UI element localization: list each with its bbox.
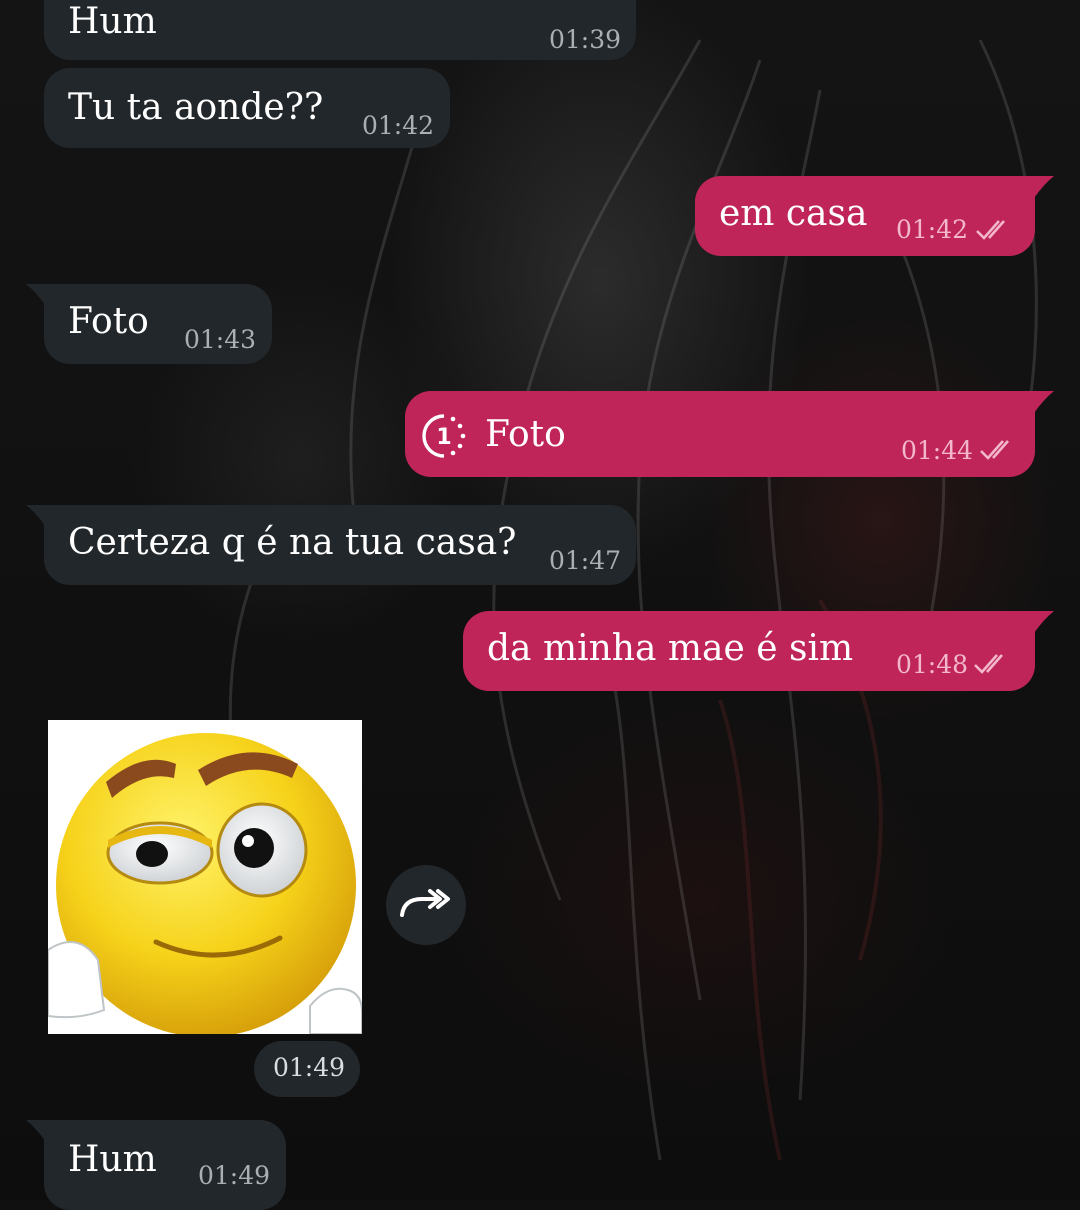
message-time: 01:42 xyxy=(896,215,969,244)
incoming-message[interactable]: Foto 01:43 xyxy=(44,284,272,364)
message-time: 01:39 xyxy=(549,25,622,54)
outgoing-message[interactable]: em casa 01:42 xyxy=(695,176,1035,256)
message-text: Tu ta aonde?? xyxy=(68,87,324,128)
image-message[interactable] xyxy=(48,720,362,1034)
bubble-tail xyxy=(1020,611,1054,637)
bubble-tail xyxy=(26,505,60,531)
message-text: Foto xyxy=(485,414,566,455)
message-time: 01:49 xyxy=(198,1161,271,1190)
message-text: Hum xyxy=(68,1139,157,1180)
message-time: 01:48 xyxy=(896,650,969,679)
forward-icon xyxy=(400,889,450,917)
message-text: Foto xyxy=(68,301,149,342)
image-time-chip: 01:49 xyxy=(254,1041,360,1097)
message-time: 01:47 xyxy=(549,546,622,575)
view-once-count: 1 xyxy=(436,425,451,450)
message-time: 01:42 xyxy=(362,111,435,140)
view-once-icon: 1 xyxy=(422,414,466,458)
smirking-emoji-image xyxy=(48,733,362,1034)
read-ticks-icon xyxy=(980,440,1009,460)
bubble-tail xyxy=(26,284,60,310)
incoming-message[interactable]: Tu ta aonde?? 01:42 xyxy=(44,68,450,148)
forward-button[interactable] xyxy=(386,865,466,945)
bubble-tail xyxy=(1020,391,1054,417)
message-time: 01:44 xyxy=(901,436,974,465)
incoming-message[interactable]: Hum 01:49 xyxy=(44,1120,286,1210)
outgoing-message[interactable]: da minha mae é sim 01:48 xyxy=(463,611,1035,691)
message-text: em casa xyxy=(719,193,868,234)
message-time: 01:49 xyxy=(273,1053,346,1082)
bubble-tail xyxy=(1020,176,1054,202)
incoming-message[interactable]: Certeza q é na tua casa? 01:47 xyxy=(44,505,636,585)
read-ticks-icon xyxy=(974,654,1003,674)
message-text: da minha mae é sim xyxy=(487,628,854,669)
outgoing-message[interactable]: 1 Foto 01:44 xyxy=(405,391,1035,477)
message-text: Certeza q é na tua casa? xyxy=(68,522,517,563)
bubble-tail xyxy=(26,1120,60,1146)
message-time: 01:43 xyxy=(184,325,257,354)
message-text: Hum xyxy=(68,1,157,42)
incoming-message[interactable]: Hum 01:39 xyxy=(44,0,636,60)
read-ticks-icon xyxy=(976,220,1005,240)
